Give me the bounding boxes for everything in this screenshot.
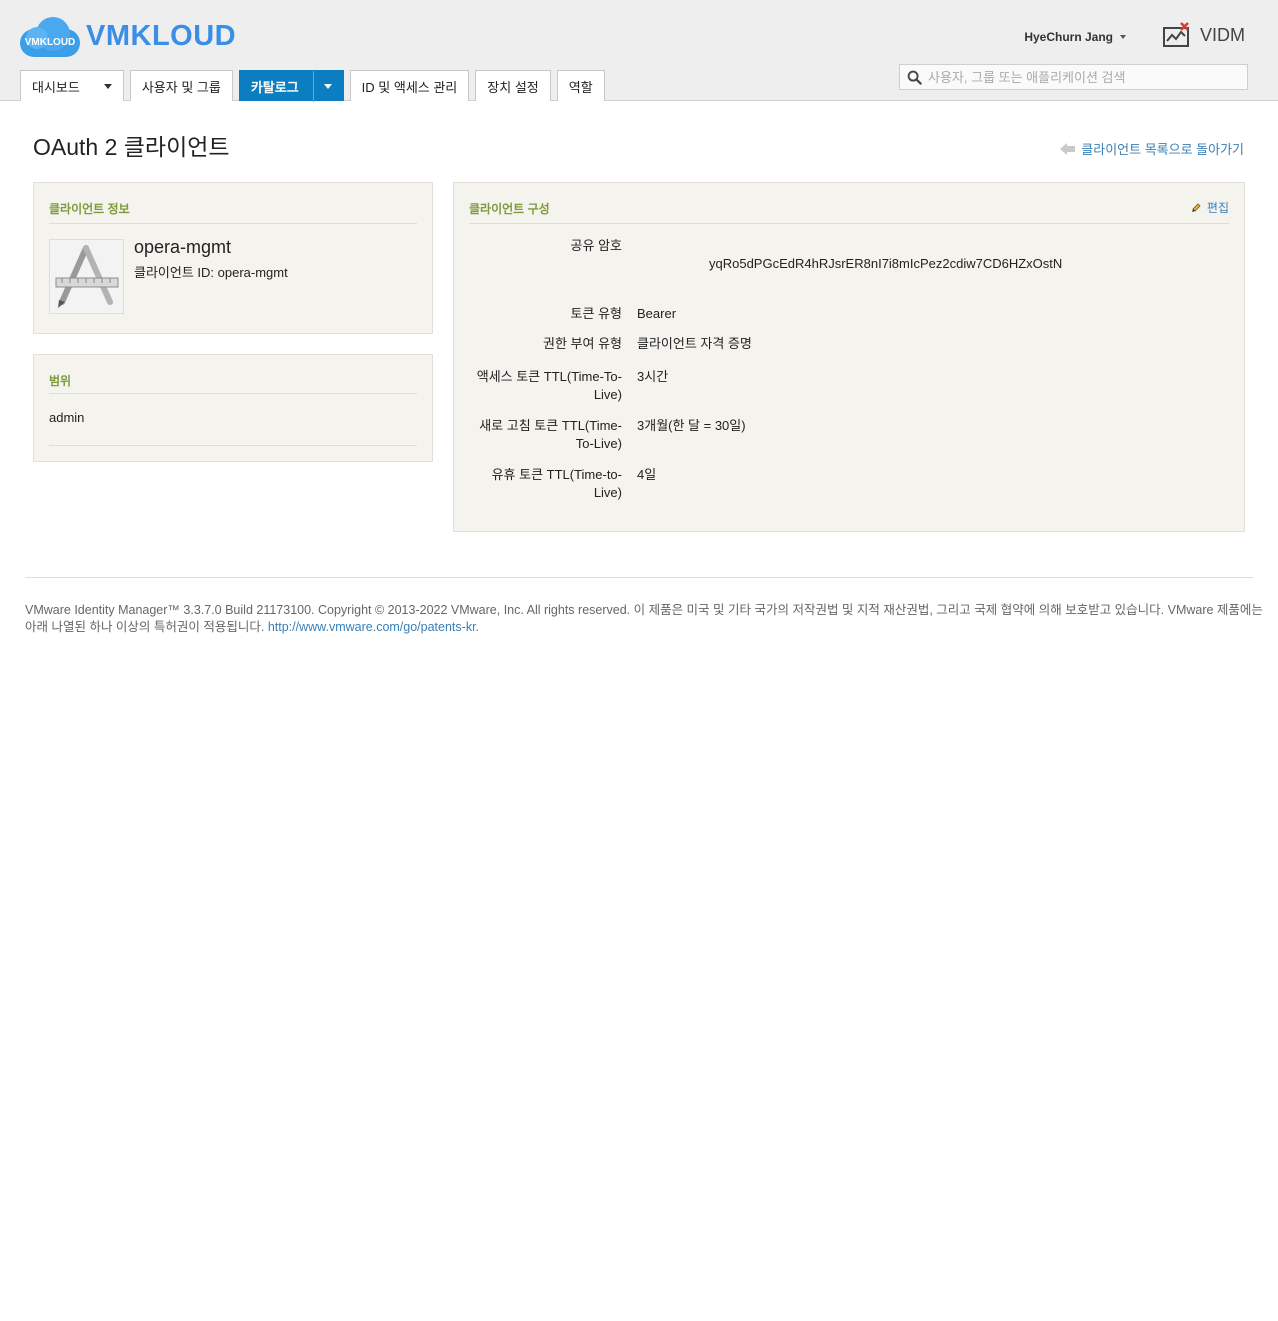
cloud-logo-icon: VMKLOUD: [20, 15, 82, 57]
tab-users-groups[interactable]: 사용자 및 그룹: [129, 70, 233, 101]
tab-roles[interactable]: 역할: [556, 70, 605, 101]
app-name: VIDM: [1200, 24, 1245, 45]
config-value: Bearer: [637, 306, 677, 321]
tab-label: ID 및 액세스 관리: [361, 79, 458, 95]
tab-label: 장치 설정: [487, 79, 539, 95]
dropdown-arrow-icon: [323, 83, 332, 89]
config-value: 클라이언트 자격 증명: [637, 336, 752, 351]
config-label: 액세스 토큰 TTL(Time-To-Live): [476, 369, 622, 402]
config-value: 3시간: [637, 369, 669, 384]
pencil-icon: [1191, 203, 1201, 212]
footer-period: .: [475, 620, 480, 634]
tab-identity-access[interactable]: ID 및 액세스 관리: [349, 70, 470, 101]
monitor-chart-icon: [1163, 22, 1189, 47]
search-input[interactable]: [926, 68, 1226, 86]
search-box[interactable]: [899, 64, 1248, 90]
client-config-panel: 클라이언트 구성 편집 공유 암호 yqRo5dPGcEdR4hRJsrER8n…: [453, 182, 1245, 532]
footer-divider: [25, 577, 1253, 578]
client-name: opera-mgmt: [134, 237, 232, 257]
config-label: 유휴 토큰 TTL(Time-to-Live): [491, 467, 622, 500]
config-label: 새로 고침 토큰 TTL(Time-To-Live): [479, 418, 622, 451]
client-id: 클라이언트 ID: opera-mgmt: [134, 265, 288, 280]
app-switcher[interactable]: VIDM: [1162, 22, 1245, 48]
arrow-left-icon: [1060, 142, 1076, 155]
panel-heading: 클라이언트 구성: [469, 202, 550, 216]
tab-label: 역할: [568, 79, 593, 95]
app-icon: [49, 239, 124, 314]
back-to-client-list-link[interactable]: 클라이언트 목록으로 돌아가기: [1060, 139, 1244, 158]
footer: VMware Identity Manager™ 3.3.7.0 Build 2…: [25, 602, 1265, 636]
footer-text: VMware Identity Manager™ 3.3.7.0 Build 2…: [25, 603, 1263, 634]
divider: [49, 393, 417, 394]
config-label: 권한 부여 유형: [543, 336, 622, 351]
divider: [49, 445, 417, 446]
config-value: 3개월(한 달 = 30일): [637, 418, 746, 433]
brand-name: VMKLOUD: [86, 19, 237, 52]
edit-button[interactable]: 편집: [1191, 199, 1229, 216]
secret-label: 공유 암호: [570, 238, 622, 253]
patents-link[interactable]: http://www.vmware.com/go/patents-kr: [268, 620, 476, 634]
scope-item: admin: [49, 410, 85, 425]
divider: [469, 223, 1229, 224]
secret-value: yqRo5dPGcEdR4hRJsrER8nI7i8mIcPez2cdiw7CD…: [709, 256, 1063, 271]
tab-catalog[interactable]: 카탈로그: [238, 70, 344, 102]
back-link-label: 클라이언트 목록으로 돌아가기: [1081, 142, 1244, 157]
scope-panel: 범위 admin: [33, 354, 433, 462]
search-icon: [907, 70, 922, 85]
page-title: OAuth 2 클라이언트: [33, 134, 230, 160]
edit-label: 편집: [1206, 201, 1229, 215]
dropdown-arrow-icon[interactable]: [103, 83, 112, 89]
tab-dashboard[interactable]: 대시보드: [20, 70, 124, 101]
panel-heading: 범위: [49, 374, 72, 388]
main-nav-tabs: 대시보드 사용자 및 그룹 카탈로그 ID 및 액세스 관리 장치 설정 역할: [20, 70, 611, 102]
user-menu[interactable]: HyeChurn Jang: [1024, 30, 1126, 44]
config-label: 토큰 유형: [570, 306, 622, 321]
client-info-panel: 클라이언트 정보 opera-mgmt 클라이언트 ID: opera-mgmt: [33, 182, 433, 334]
brand-logo[interactable]: VMKLOUD VMKLOUD: [20, 14, 236, 58]
logo-badge-text: VMKLOUD: [24, 37, 76, 48]
tab-device-settings[interactable]: 장치 설정: [475, 70, 551, 101]
catalog-dropdown-toggle[interactable]: [312, 70, 332, 102]
user-name: HyeChurn Jang: [1024, 30, 1113, 44]
tab-label: 대시보드: [32, 79, 80, 95]
config-value: 4일: [637, 467, 657, 482]
panel-heading: 클라이언트 정보: [49, 202, 130, 216]
top-header: VMKLOUD VMKLOUD HyeChurn Jang VIDM 대시보드 …: [0, 0, 1278, 102]
caret-down-icon: [1120, 35, 1126, 39]
tab-label: 사용자 및 그룹: [141, 79, 221, 95]
tab-label: 카탈로그: [250, 79, 299, 95]
divider: [49, 223, 417, 224]
app-store-icon: [55, 245, 119, 308]
